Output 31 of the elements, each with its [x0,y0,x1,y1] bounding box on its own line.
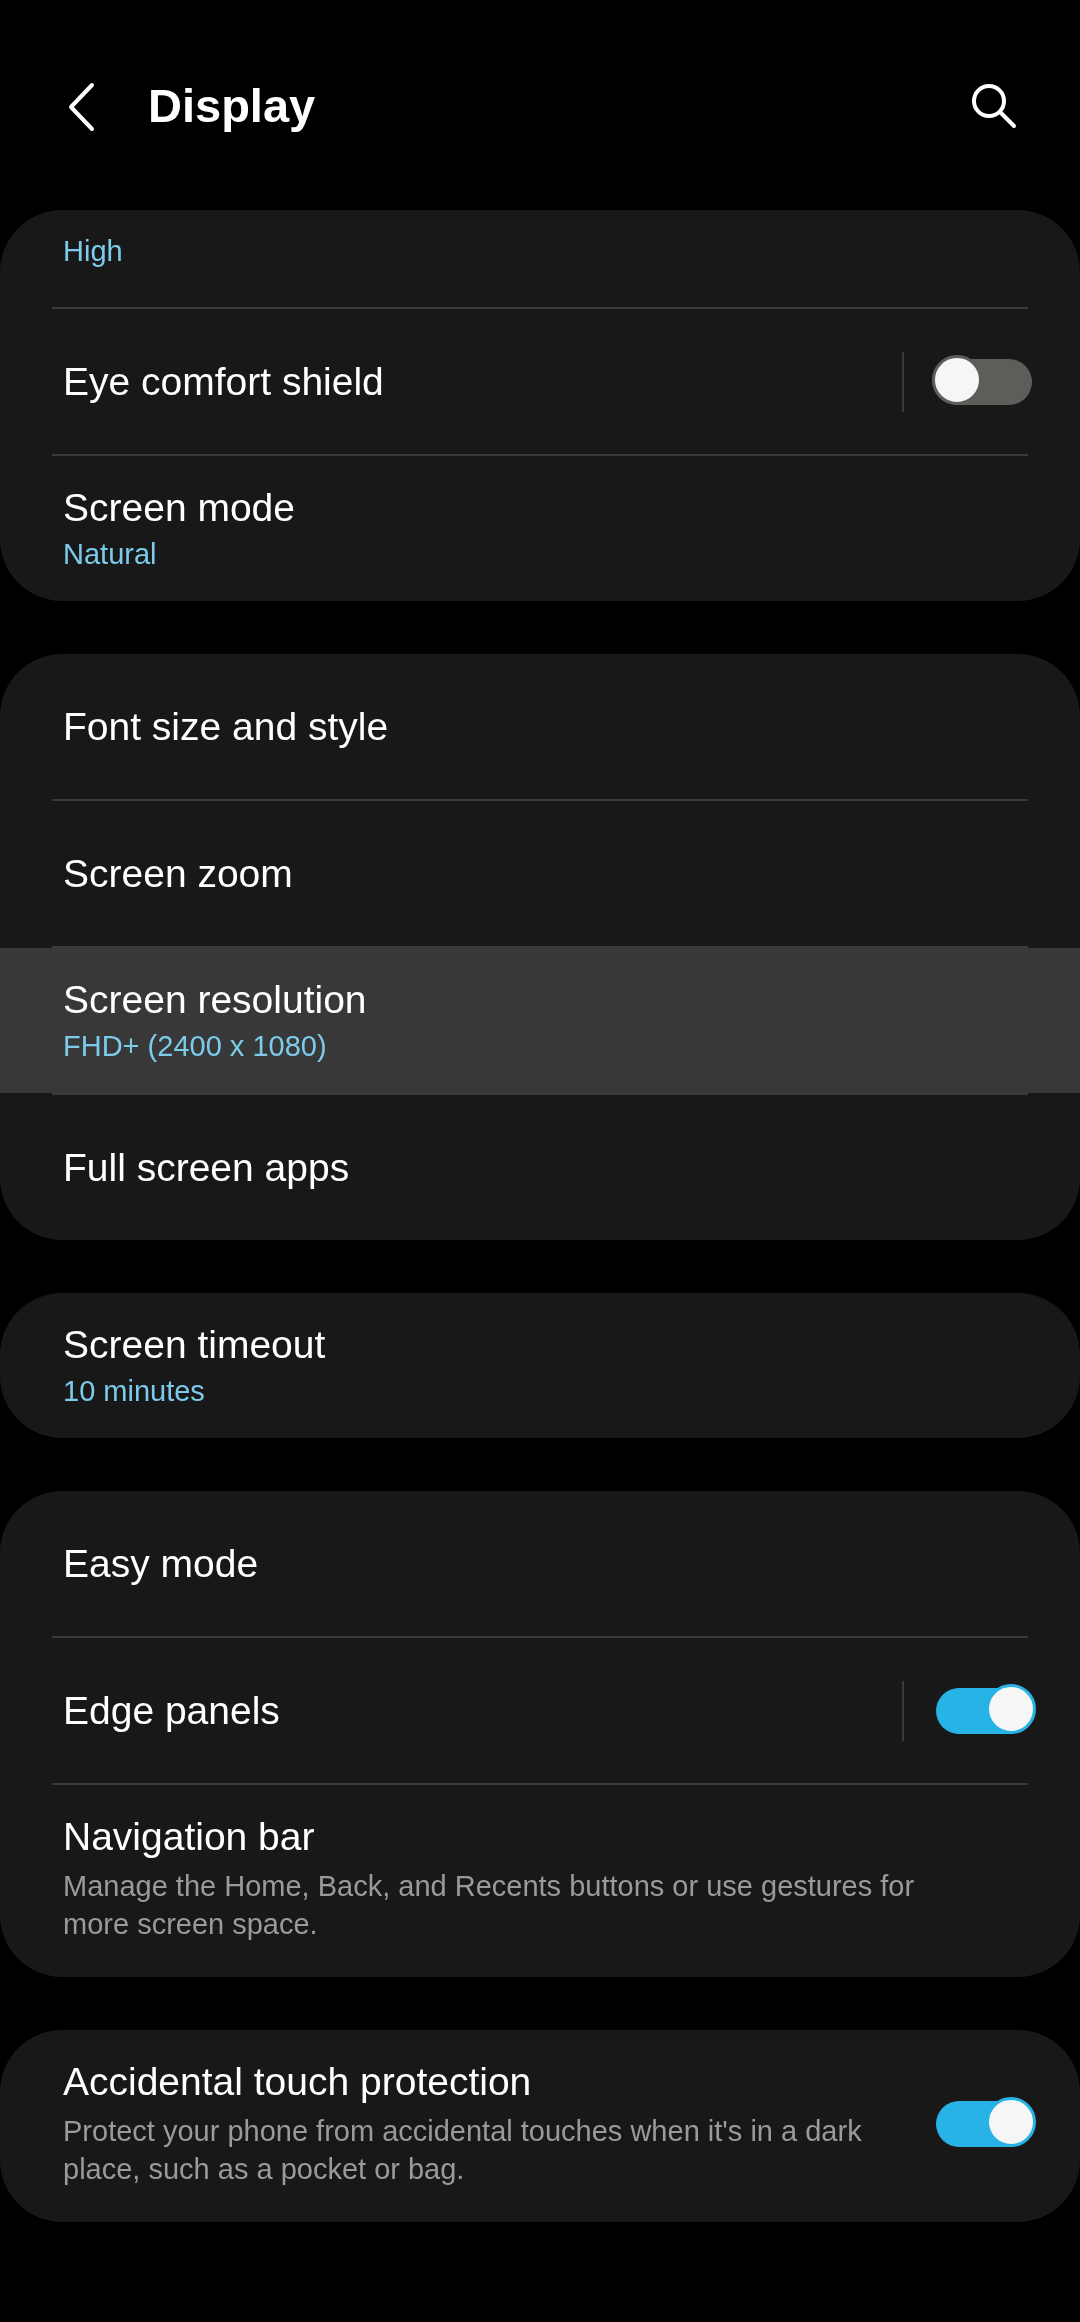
settings-item[interactable]: Screen timeout 10 minutes [0,1293,1080,1438]
settings-item[interactable]: Screen zoom [0,801,1080,946]
settings-item[interactable]: High [0,210,1080,307]
back-icon[interactable] [66,82,96,132]
settings-item[interactable]: Font size and style [0,654,1080,799]
settings-item[interactable]: Navigation bar Manage the Home, Back, and Recents buttons or use gestures for more screen space. [0,1785,1080,1977]
page-title: Display [148,77,317,133]
item-title: Screen mode [63,486,296,530]
item-title: Eye comfort shield [63,359,385,404]
item-title: Screen zoom [63,851,294,896]
item-description: Protect your phone from accidental touches when it's in a dark place, such as a pocket or bag. [63,2114,863,2187]
item-title: Edge panels [63,1688,281,1733]
settings-item[interactable]: Full screen apps [0,1095,1080,1240]
item-title: Font size and style [63,704,390,749]
item-value: FHD+ (2400 x 1080) [63,1030,328,1063]
item-value: High [63,235,124,268]
item-value: 10 minutes [63,1375,206,1408]
item-description: Manage the Home, Back, and Recents buttons or use gestures for more screen space. [63,1869,916,1942]
item-title: Screen resolution [63,978,368,1022]
item-title: Full screen apps [63,1145,351,1190]
item-title: Screen timeout [63,1323,327,1367]
settings-item[interactable]: Screen resolution FHD+ (2400 x 1080) [0,948,1080,1093]
item-title: Navigation bar [63,1815,316,1859]
item-value: Natural [63,538,158,571]
settings-item[interactable]: Accidental touch protection Protect your phone from accidental touches when it's in a dark place, such as a pocket or bag. [0,2030,1080,2222]
settings-item[interactable]: Easy mode [0,1491,1080,1636]
item-title: Easy mode [63,1541,260,1586]
settings-item[interactable]: Eye comfort shield [0,309,1080,454]
settings-item[interactable]: Screen mode Natural [0,456,1080,601]
item-title: Accidental touch protection [63,2060,533,2104]
settings-item[interactable]: Edge panels [0,1638,1080,1783]
